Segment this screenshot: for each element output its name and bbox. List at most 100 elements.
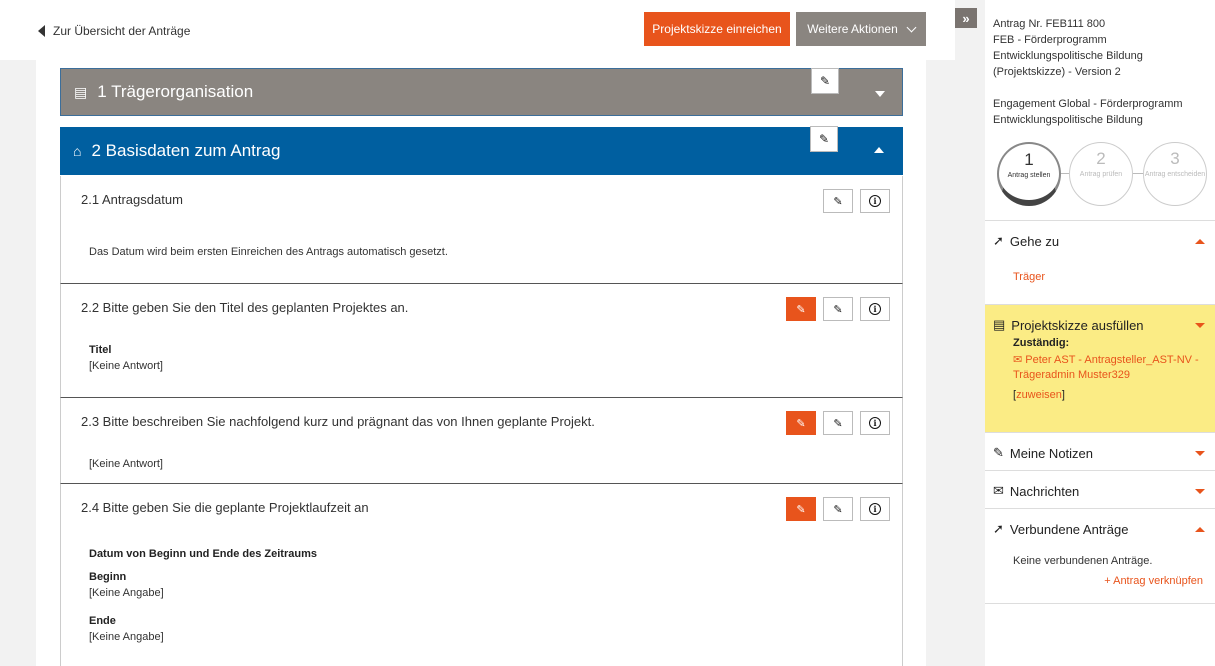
pin-icon[interactable]: ✎ [823,189,853,213]
step-3: 3 Antrag entscheiden [1143,142,1207,206]
program-info-line: Entwicklungspolitische Bildung [993,114,1143,126]
expand-chevron-icon[interactable] [1195,323,1205,328]
goto-title: Gehe zu [1009,233,1060,249]
goto-panel: ➚ Gehe zu Träger [985,220,1215,304]
field-label: Titel [89,344,112,356]
link-antrag-link[interactable]: + Antrag verknüpfen [1104,575,1203,587]
info-button[interactable]: i [860,297,890,321]
info-icon: i [869,303,881,315]
responsible-person-link[interactable]: ✉ Peter AST - Antragsteller_AST-NV - Trä… [1013,353,1199,383]
form-content: ▤ 1 Trägerorganisation ✎ ⌂ 2 Basisdaten … [36,60,926,666]
top-bar: Zur Übersicht der Anträge Projektskizze … [0,0,955,60]
section-expand-chevron[interactable] [875,91,885,97]
chevron-down-icon [906,22,917,32]
document-icon: ▤ [74,83,88,100]
program-info: Engagement Global - Förderprogramm Entwi… [993,96,1183,128]
expand-chevron-icon[interactable] [1195,489,1205,494]
question-title: 2.1 Antragsdatum [81,192,183,207]
pin-icon[interactable]: ✎ [823,297,853,321]
section-traegerorganisation[interactable]: ▤ 1 Trägerorganisation ✎ [60,68,903,116]
question-2-3: 2.3 Bitte beschreiben Sie nachfolgend ku… [60,398,903,484]
notes-title: Meine Notizen [1009,445,1094,461]
step-number: 2 [1096,149,1106,168]
linked-header[interactable]: ➚ Verbundene Anträge [993,521,1128,537]
question-tools: ✎ ✎ i [786,297,890,321]
main-area: Zur Übersicht der Anträge Projektskizze … [0,0,955,666]
mail-icon: ✉ [1013,354,1023,366]
question-2-4: 2.4 Bitte geben Sie die geplante Projekt… [60,484,903,666]
goto-header[interactable]: ➚ Gehe zu [993,233,1059,249]
end-value: [Keine Angabe] [89,631,164,643]
edit-button[interactable]: ✎ [786,497,816,521]
step-label: Antrag stellen [1007,172,1051,179]
collapse-chevron-icon[interactable] [1195,239,1205,244]
step-label: Antrag entscheiden [1144,171,1206,178]
messages-panel: ✉ Nachrichten [985,470,1215,508]
edit-button[interactable]: ✎ [786,297,816,321]
pin-icon[interactable]: ✎ [823,497,853,521]
notes-header[interactable]: ✎ Meine Notizen [993,445,1093,461]
assign-link[interactable]: zuweisen [1016,389,1062,401]
messages-header[interactable]: ✉ Nachrichten [993,483,1079,499]
notes-panel: ✎ Meine Notizen [985,432,1215,470]
question-tools: ✎ i [823,189,890,213]
antrag-info-line: (Projektskizze) - Version 2 [993,66,1121,78]
section-basisdaten[interactable]: ⌂ 2 Basisdaten zum Antrag ✎ [60,126,903,175]
pencil-icon: ✎ [796,303,806,316]
begin-label: Beginn [89,571,127,583]
more-actions-button[interactable]: Weitere Aktionen [796,12,926,46]
step-number: 1 [1024,150,1034,169]
section-title: 2 Basisdaten zum Antrag [91,141,281,160]
info-icon: i [869,195,881,207]
back-arrow-icon [38,25,45,37]
collapse-chevron-icon[interactable] [1195,527,1205,532]
antrag-info-line: Antrag Nr. FEB111 800 [993,18,1106,30]
sidebar: » Antrag Nr. FEB111 800 FEB - Förderprog… [955,0,1215,666]
step-1: 1 Antrag stellen [997,142,1061,206]
info-button[interactable]: i [860,189,890,213]
messages-title: Nachrichten [1009,483,1080,499]
field-answer: [Keine Antwort] [89,458,163,470]
question-2-2: 2.2 Bitte geben Sie den Titel des geplan… [60,284,903,398]
question-tools: ✎ ✎ i [786,411,890,435]
more-actions-label: Weitere Aktionen [807,22,898,36]
task-panel: ▤ Projektskizze ausfüllen Zuständig: ✉ P… [985,304,1215,432]
pin-icon[interactable]: ✎ [811,68,839,94]
back-to-overview-link[interactable]: Zur Übersicht der Anträge [38,24,190,38]
question-2-1: 2.1 Antragsdatum ✎ i Das Datum wird beim… [60,176,903,284]
institution-icon: ⌂ [73,143,82,159]
pin-icon[interactable]: ✎ [823,411,853,435]
collapse-sidebar-icon[interactable]: » [955,8,977,28]
submit-sketch-button[interactable]: Projektskizze einreichen [644,12,790,46]
info-icon: i [869,417,881,429]
envelope-icon: ✉ [993,483,1004,498]
progress-steps: 1 Antrag stellen 2 Antrag prüfen 3 Antra… [997,140,1207,210]
end-label: Ende [89,615,116,627]
begin-value: [Keine Angabe] [89,587,164,599]
info-icon: i [869,503,881,515]
question-title: 2.4 Bitte geben Sie die geplante Projekt… [81,500,369,515]
step-label: Antrag prüfen [1079,171,1123,178]
field-subheading: Datum von Beginn und Ende des Zeitraums [89,548,317,560]
edit-button[interactable]: ✎ [786,411,816,435]
step-number: 3 [1170,149,1180,168]
expand-chevron-icon[interactable] [1195,451,1205,456]
step-2: 2 Antrag prüfen [1069,142,1133,206]
section-title: 1 Trägerorganisation [97,82,254,101]
assign-wrapper: [zuweisen] [1013,389,1065,401]
section-collapse-chevron[interactable] [874,147,884,153]
pin-icon: ✎ [993,445,1004,460]
linked-panel: ➚ Verbundene Anträge Keine verbundenen A… [985,508,1215,604]
info-button[interactable]: i [860,411,890,435]
antrag-info-line: FEB - Förderprogramm [993,34,1107,46]
linked-empty-text: Keine verbundenen Anträge. [1013,555,1153,567]
responsible-line: Peter AST - Antragsteller_AST-NV - [1025,354,1199,366]
antrag-info: Antrag Nr. FEB111 800 FEB - Förderprogra… [993,16,1143,80]
linked-title: Verbundene Anträge [1009,521,1129,537]
task-header[interactable]: ▤ Projektskizze ausfüllen [993,317,1144,333]
question-tools: ✎ ✎ i [786,497,890,521]
back-link-label: Zur Übersicht der Anträge [53,24,191,38]
pin-icon[interactable]: ✎ [810,126,838,152]
info-button[interactable]: i [860,497,890,521]
goto-traeger-link[interactable]: Träger [1013,271,1045,283]
